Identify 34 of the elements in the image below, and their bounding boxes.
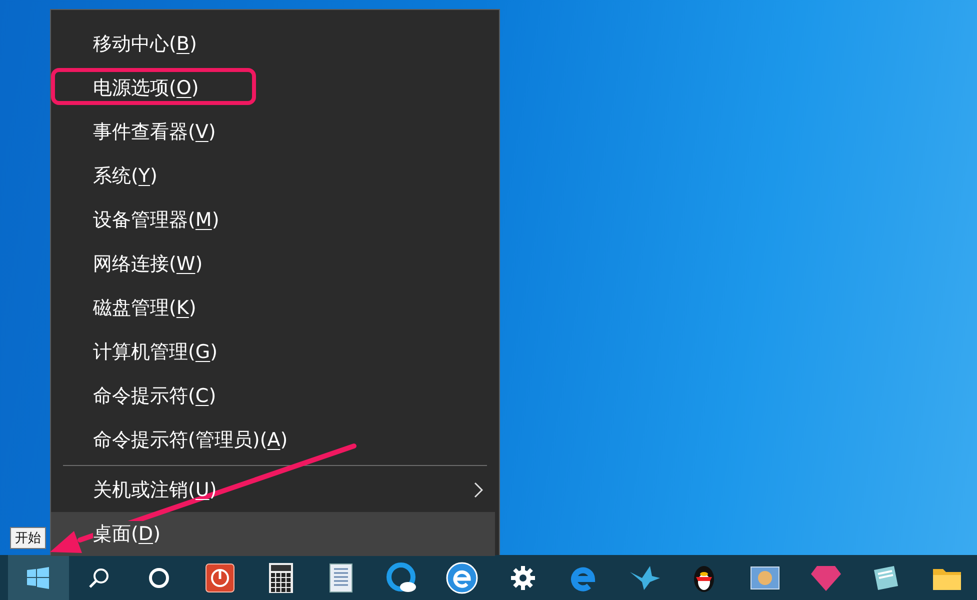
menu-item[interactable]: 命令提示符(C) [51, 374, 495, 418]
menu-item[interactable]: 计算机管理(G) [51, 330, 495, 374]
menu-item-label: 命令提示符(管理员)(A) [93, 428, 288, 453]
menu-item-label: 系统(Y) [93, 164, 158, 189]
windows-logo-icon [27, 566, 50, 588]
notebook-icon [872, 564, 900, 592]
menu-item[interactable]: 设备管理器(M) [51, 198, 495, 242]
menu-item-label: 设备管理器(M) [93, 208, 220, 233]
menu-item[interactable]: 桌面(D) [51, 512, 495, 556]
menu-item[interactable]: 事件查看器(V) [51, 110, 495, 154]
menu-item-label: 计算机管理(G) [93, 340, 218, 365]
menu-item-label: 网络连接(W) [93, 252, 203, 277]
menu-item[interactable]: 移动中心(B) [51, 22, 495, 66]
document-icon [329, 562, 354, 592]
menu-item-label: 桌面(D) [93, 521, 160, 547]
gem-icon [810, 564, 841, 592]
power-app-icon [204, 562, 235, 592]
menu-item-label: 移动中心(B) [93, 32, 197, 57]
cloud-circle-icon [386, 562, 418, 594]
menu-item-label: 磁盘管理(K) [93, 296, 196, 321]
e-letter-circle-icon [446, 562, 478, 594]
calculator-icon [268, 562, 293, 592]
search-icon [88, 566, 110, 588]
menu-item-label: 电源选项(O) [93, 76, 199, 101]
menu-item[interactable]: 命令提示符(管理员)(A) [51, 418, 495, 462]
menu-item[interactable]: 系统(Y) [51, 154, 495, 198]
menu-item-label: 事件查看器(V) [93, 120, 216, 145]
menu-item[interactable]: 电源选项(O) [51, 66, 495, 110]
menu-item[interactable]: 网络连接(W) [51, 242, 495, 286]
circle-icon [148, 566, 170, 588]
menu-item-label: 命令提示符(C) [93, 384, 216, 409]
tooltip: 开始 [10, 527, 46, 549]
menu-item[interactable]: 磁盘管理(K) [51, 286, 495, 330]
picture-icon [750, 564, 780, 592]
